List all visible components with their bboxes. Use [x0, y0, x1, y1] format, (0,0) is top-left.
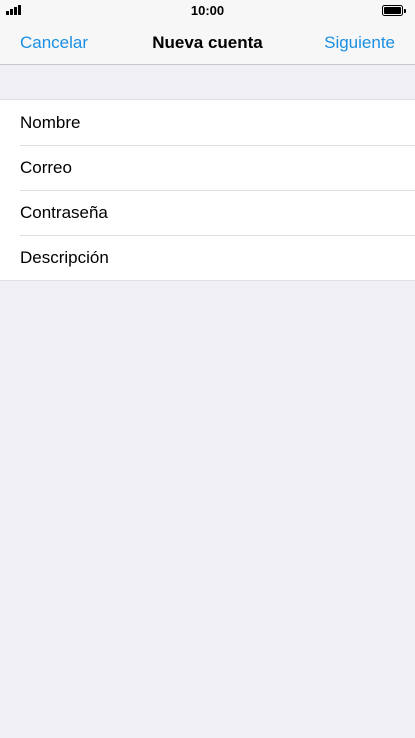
- email-field-row[interactable]: [0, 145, 415, 190]
- password-field-row[interactable]: [0, 190, 415, 235]
- status-time: 10:00: [190, 3, 225, 18]
- account-form: [0, 99, 415, 281]
- battery-icon: [382, 5, 406, 16]
- description-field[interactable]: [20, 247, 400, 268]
- description-field-row[interactable]: [0, 235, 415, 280]
- name-field[interactable]: [20, 112, 400, 133]
- new-account-screen: 10:00 Cancelar Nueva cuenta Siguiente: [0, 0, 415, 738]
- email-field[interactable]: [20, 157, 400, 178]
- name-field-row[interactable]: [0, 100, 415, 145]
- next-button[interactable]: Siguiente: [324, 33, 395, 53]
- password-field[interactable]: [20, 202, 400, 223]
- navigation-bar: Cancelar Nueva cuenta Siguiente: [0, 21, 415, 65]
- status-bar: 10:00: [0, 0, 415, 21]
